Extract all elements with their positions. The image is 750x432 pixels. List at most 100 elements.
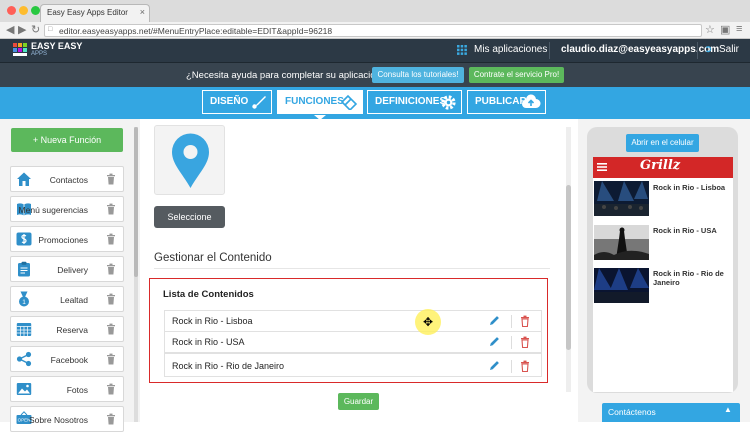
share-icon bbox=[16, 351, 32, 367]
browser-tab[interactable]: Easy Easy Apps Editor × bbox=[40, 4, 150, 22]
concert-photo bbox=[594, 268, 649, 303]
sidebar-item-label: Facebook bbox=[50, 355, 88, 365]
menu-icon[interactable]: ≡ bbox=[736, 23, 742, 35]
divider bbox=[511, 315, 512, 328]
trash-icon[interactable] bbox=[106, 413, 116, 425]
divider bbox=[549, 42, 550, 59]
trash-icon[interactable] bbox=[106, 353, 116, 365]
content-scrollbar-thumb[interactable] bbox=[566, 185, 571, 350]
tab-diseno[interactable]: DISEÑO bbox=[202, 90, 272, 114]
preview-item-title[interactable]: Rock in Rio - USA bbox=[653, 226, 731, 235]
preview-item-title[interactable]: Rock in Rio - Rio de Janeiro bbox=[653, 269, 731, 287]
photo-icon bbox=[16, 383, 32, 395]
dollar-icon bbox=[16, 232, 32, 246]
trash-icon[interactable] bbox=[106, 233, 116, 245]
new-function-button[interactable]: + Nueva Función bbox=[11, 128, 123, 152]
sidebar-item-lealtad[interactable]: 1 Lealtad bbox=[10, 286, 124, 312]
extension-icon[interactable]: ▣ bbox=[720, 23, 730, 36]
content-row[interactable]: Rock in Rio - Rio de Janeiro bbox=[164, 353, 542, 377]
app-logo-text: Grillz bbox=[640, 158, 681, 173]
tab-label: FUNCIONES bbox=[285, 96, 344, 107]
sidebar-item-label: Reserva bbox=[56, 325, 88, 335]
tab-funciones[interactable]: FUNCIONES bbox=[277, 90, 363, 114]
tab-definiciones[interactable]: DEFINICIONES bbox=[367, 90, 462, 114]
manage-content-title: Gestionar el Contenido bbox=[154, 252, 272, 264]
edit-pencil-icon[interactable] bbox=[489, 360, 500, 371]
minimize-window-icon[interactable] bbox=[19, 6, 28, 15]
sidebar-item-delivery[interactable]: Delivery bbox=[10, 256, 124, 282]
tab-title: Easy Easy Apps Editor bbox=[47, 8, 128, 17]
calendar-icon bbox=[16, 323, 32, 336]
move-cursor-icon: ✥ bbox=[423, 315, 434, 329]
user-email[interactable]: claudio.diaz@easyeasyapps.com bbox=[561, 44, 719, 55]
trash-icon[interactable] bbox=[106, 173, 116, 185]
sidebar-item-fotos[interactable]: Fotos bbox=[10, 376, 124, 402]
sidebar-item-facebook[interactable]: Facebook bbox=[10, 346, 124, 372]
hamburger-menu-icon[interactable] bbox=[597, 162, 607, 172]
divider bbox=[511, 360, 512, 373]
sidebar-item-sobre-nosotros[interactable]: OPEN Sobre Nosotros bbox=[10, 406, 124, 432]
content-row-title: Rock in Rio - USA bbox=[172, 337, 245, 347]
trash-icon[interactable] bbox=[106, 203, 116, 215]
trash-icon[interactable] bbox=[106, 323, 116, 335]
reload-icon[interactable]: ↻ bbox=[31, 23, 40, 36]
sidebar-item-menu-sugerencias[interactable]: Menú sugerencias bbox=[10, 196, 124, 222]
gear-icon bbox=[441, 95, 456, 110]
logo-icon bbox=[13, 43, 27, 56]
divider bbox=[511, 336, 512, 349]
brush-icon bbox=[252, 96, 266, 109]
trash-icon[interactable] bbox=[520, 315, 530, 327]
tutorials-button[interactable]: Consulta los tutoriales! bbox=[372, 67, 464, 83]
divider bbox=[154, 268, 550, 269]
trash-icon[interactable] bbox=[520, 360, 530, 372]
sidebar-item-promociones[interactable]: Promociones bbox=[10, 226, 124, 252]
icon-preview bbox=[154, 125, 225, 195]
logo-text[interactable]: EASY EASY bbox=[31, 42, 82, 51]
preview-item-title[interactable]: Rock in Rio - Lisboa bbox=[653, 183, 731, 192]
logo-subtext: APPS bbox=[31, 51, 48, 57]
address-bar-row: ◀ ▶ ↻ □ editor.easyeasyapps.net/#MenuEnt… bbox=[0, 22, 750, 39]
open-on-phone-button[interactable]: Abrir en el celular bbox=[626, 134, 699, 152]
tab-close-icon[interactable]: × bbox=[140, 7, 145, 17]
url-field[interactable]: □ editor.easyeasyapps.net/#MenuEntryPlac… bbox=[44, 24, 702, 37]
trash-icon[interactable] bbox=[106, 263, 116, 275]
help-bar: ¿Necesita ayuda para completar su aplica… bbox=[0, 62, 750, 87]
trash-icon[interactable] bbox=[106, 293, 116, 305]
tools-icon bbox=[340, 94, 358, 110]
sidebar-scrollbar-thumb[interactable] bbox=[134, 127, 138, 277]
content-row-title: Rock in Rio - Rio de Janeiro bbox=[172, 361, 285, 371]
select-icon-button[interactable]: Seleccione bbox=[154, 206, 225, 228]
forward-icon[interactable]: ▶ bbox=[18, 23, 26, 36]
tab-publicar[interactable]: PUBLICAR bbox=[467, 90, 546, 114]
medal-icon: 1 bbox=[19, 291, 29, 307]
pro-service-button[interactable]: Contrate el servicio Pro! bbox=[469, 67, 564, 83]
bookmark-star-icon[interactable]: ☆ bbox=[705, 23, 715, 36]
concert-photo bbox=[594, 181, 649, 216]
content-row[interactable]: Rock in Rio - USA bbox=[164, 331, 542, 353]
sidebar-item-label: Delivery bbox=[57, 265, 88, 275]
trash-icon[interactable] bbox=[520, 336, 530, 348]
sidebar-item-reserva[interactable]: Reserva bbox=[10, 316, 124, 342]
main-nav: DISEÑO FUNCIONES DEFINICIONES PUBLICAR bbox=[0, 87, 750, 120]
sidebar-item-label: Menú sugerencias bbox=[18, 205, 88, 215]
close-window-icon[interactable] bbox=[7, 6, 16, 15]
my-apps-link[interactable]: Mis aplicaciones bbox=[474, 44, 547, 55]
contact-us-bar[interactable]: Contáctenos bbox=[602, 403, 740, 422]
logout-icon: ➲ bbox=[704, 44, 713, 55]
functions-sidebar: + Nueva Función Contactos Menú sugerenci… bbox=[0, 119, 140, 432]
divider bbox=[697, 42, 698, 59]
contact-bar-label: Contáctenos bbox=[608, 407, 656, 417]
maximize-window-icon[interactable] bbox=[31, 6, 40, 15]
logout-link[interactable]: Salir bbox=[719, 44, 739, 55]
clipboard-icon bbox=[18, 261, 30, 277]
edit-pencil-icon[interactable] bbox=[489, 315, 500, 326]
back-icon[interactable]: ◀ bbox=[6, 23, 14, 36]
sidebar-item-contactos[interactable]: Contactos bbox=[10, 166, 124, 192]
tab-label: PUBLICAR bbox=[475, 96, 527, 107]
edit-pencil-icon[interactable] bbox=[489, 336, 500, 347]
trash-icon[interactable] bbox=[106, 383, 116, 395]
save-button[interactable]: Guardar bbox=[338, 393, 379, 410]
svg-text:1: 1 bbox=[22, 299, 26, 306]
concert-photo bbox=[594, 225, 649, 260]
content-row[interactable]: Rock in Rio - Lisboa bbox=[164, 310, 542, 332]
